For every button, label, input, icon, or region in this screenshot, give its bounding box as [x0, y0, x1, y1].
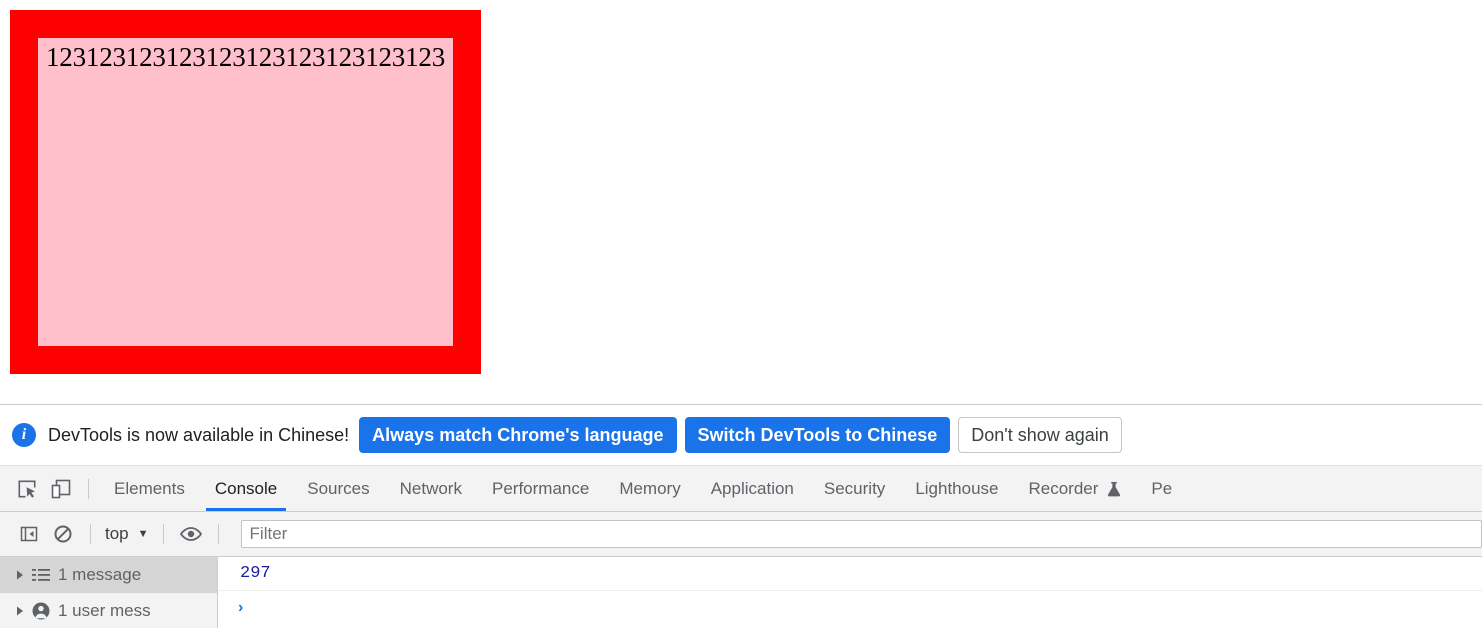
red-bordered-box: 123123123123123123123123123123 — [10, 10, 481, 374]
tab-recorder-label: Recorder — [1028, 478, 1099, 498]
page-viewport: 123123123123123123123123123123 — [0, 0, 1482, 404]
switch-devtools-to-chinese-button[interactable]: Switch DevTools to Chinese — [684, 417, 951, 453]
sidebar-item-user-messages[interactable]: 1 user mess — [0, 593, 217, 628]
tab-memory[interactable]: Memory — [604, 466, 695, 511]
tab-lighthouse[interactable]: Lighthouse — [900, 466, 1013, 511]
console-sidebar: 1 message 1 user mess — [0, 557, 218, 628]
execution-context-selector[interactable]: top ▼ — [101, 524, 153, 544]
console-toolbar-divider-2 — [162, 524, 164, 544]
console-body: 1 message 1 user mess 297 › — [0, 557, 1482, 628]
tab-network[interactable]: Network — [385, 466, 477, 511]
tab-recorder[interactable]: Recorder — [1014, 466, 1137, 511]
tab-performance-insights[interactable]: Pe — [1136, 466, 1187, 511]
notification-message: DevTools is now available in Chinese! — [48, 424, 350, 445]
dont-show-again-button[interactable]: Don't show again — [958, 417, 1122, 453]
sidebar-item-messages-label: 1 message — [58, 565, 142, 584]
expand-triangle-icon[interactable] — [12, 569, 28, 581]
inspect-element-icon[interactable] — [10, 473, 44, 505]
device-toolbar-icon[interactable] — [44, 473, 78, 505]
sidebar-item-user-messages-label: 1 user mess — [58, 601, 151, 620]
console-toolbar: top ▼ — [0, 512, 1482, 557]
console-filter-input[interactable] — [240, 520, 1482, 548]
execution-context-label: top — [105, 524, 129, 543]
clear-console-icon[interactable] — [46, 518, 80, 550]
console-prompt-chevron-icon: › — [238, 599, 244, 616]
expand-triangle-icon[interactable] — [12, 605, 28, 617]
tab-sources[interactable]: Sources — [292, 466, 384, 511]
user-icon — [28, 602, 54, 620]
always-match-chrome-language-button[interactable]: Always match Chrome's language — [359, 417, 677, 453]
console-message-row: 297 — [218, 557, 1482, 591]
console-toolbar-divider-1 — [90, 524, 91, 544]
console-prompt-row[interactable]: › — [218, 591, 1482, 625]
console-sidebar-toggle-icon[interactable] — [12, 518, 46, 550]
language-notification-bar: i DevTools is now available in Chinese! … — [0, 405, 1482, 466]
tab-elements[interactable]: Elements — [99, 466, 200, 511]
sidebar-item-messages[interactable]: 1 message — [0, 557, 217, 593]
live-expression-eye-icon[interactable] — [174, 518, 208, 550]
chevron-down-icon: ▼ — [137, 528, 149, 540]
console-output[interactable]: 297 › — [218, 557, 1482, 628]
devtools-tab-strip: Elements Console Sources Network Perform… — [0, 466, 1482, 512]
tab-performance[interactable]: Performance — [477, 466, 604, 511]
experimental-flask-icon — [1107, 481, 1121, 497]
tab-security[interactable]: Security — [809, 466, 900, 511]
tab-console[interactable]: Console — [200, 466, 292, 511]
info-icon: i — [12, 423, 36, 447]
box-text-content: 123123123123123123123123123123 — [46, 42, 446, 72]
list-icon — [28, 568, 54, 582]
devtools-panel: i DevTools is now available in Chinese! … — [0, 404, 1482, 628]
console-result-value: 297 — [240, 564, 271, 583]
tab-application[interactable]: Application — [696, 466, 809, 511]
console-toolbar-divider-3 — [217, 524, 219, 544]
toolbar-divider — [88, 478, 89, 499]
